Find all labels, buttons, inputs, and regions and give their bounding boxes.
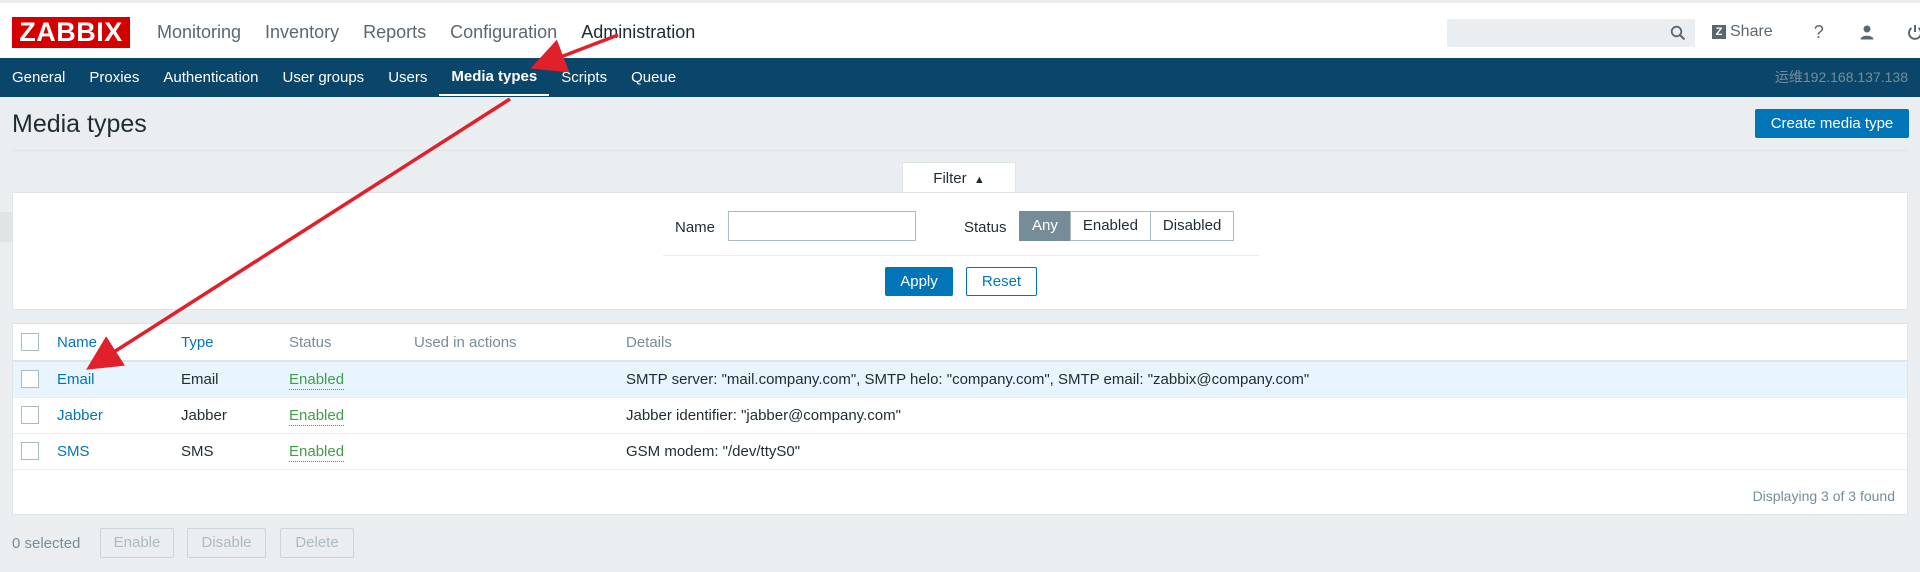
collapse-arrow-icon: ▲	[973, 174, 985, 186]
subnav-user-groups[interactable]: User groups	[270, 58, 376, 97]
header-status: Status	[289, 334, 332, 351]
media-type-name-link[interactable]: SMS	[57, 434, 90, 470]
filter-name-label: Name	[675, 219, 716, 236]
row-checkbox[interactable]	[21, 370, 39, 388]
media-type-details: Jabber identifier: "jabber@company.com"	[626, 407, 901, 424]
share-link[interactable]: Z Share	[1712, 23, 1773, 41]
user-profile-icon[interactable]	[1856, 21, 1878, 43]
zabbix-share-icon: Z	[1712, 25, 1726, 39]
table-header: Name ▲ Type Status Used in actions Detai…	[13, 324, 1907, 362]
top-header: ZABBIX Monitoring Inventory Reports Conf…	[0, 0, 1920, 58]
power-icon	[1907, 25, 1920, 40]
media-type-details: SMTP server: "mail.company.com", SMTP he…	[626, 371, 1310, 388]
subnav-scripts[interactable]: Scripts	[549, 58, 619, 97]
filter-name-input[interactable]	[728, 211, 916, 241]
menu-inventory[interactable]: Inventory	[253, 3, 351, 61]
header-used-in-actions: Used in actions	[414, 334, 517, 351]
header-name-label: Name	[57, 334, 98, 351]
search-icon[interactable]	[1670, 25, 1686, 41]
select-all-checkbox[interactable]	[21, 333, 39, 351]
header-type[interactable]: Type	[181, 324, 214, 362]
subnav-users[interactable]: Users	[376, 58, 439, 97]
selected-count: 0 selected	[12, 535, 81, 552]
reset-button[interactable]: Reset	[966, 267, 1037, 296]
enable-button[interactable]: Enable	[100, 528, 174, 558]
disable-button[interactable]: Disable	[187, 528, 266, 558]
menu-administration[interactable]: Administration	[569, 3, 707, 61]
media-type-type: Jabber	[181, 407, 227, 424]
page-title: Media types	[12, 110, 147, 138]
table-row: SMS SMS Enabled GSM modem: "/dev/ttyS0"	[13, 434, 1907, 470]
delete-button[interactable]: Delete	[280, 528, 354, 558]
zabbix-logo[interactable]: ZABBIX	[12, 17, 130, 48]
filter-tab[interactable]: Filter ▲	[902, 162, 1016, 194]
sub-navigation: General Proxies Authentication User grou…	[0, 58, 1920, 97]
subnav-proxies[interactable]: Proxies	[77, 58, 151, 97]
status-toggle-link[interactable]: Enabled	[289, 407, 345, 426]
status-toggle-link[interactable]: Enabled	[289, 443, 345, 462]
status-enabled[interactable]: Enabled	[1069, 211, 1151, 241]
header-details: Details	[626, 334, 672, 351]
status-toggle-link[interactable]: Enabled	[289, 371, 345, 390]
server-name: 运维192.168.137.138	[1774, 69, 1908, 85]
subnav-authentication[interactable]: Authentication	[151, 58, 270, 97]
share-label: Share	[1730, 23, 1773, 40]
media-types-table: Name ▲ Type Status Used in actions Detai…	[12, 323, 1908, 515]
header-name[interactable]: Name ▲	[57, 324, 110, 363]
title-divider	[12, 150, 1908, 151]
header-tools: Z Share ?	[1712, 3, 1920, 61]
media-type-name-link[interactable]: Jabber	[57, 398, 103, 434]
sort-asc-icon: ▲	[101, 339, 111, 349]
status-any[interactable]: Any	[1019, 211, 1071, 241]
media-type-type: Email	[181, 371, 219, 388]
main-menu: Monitoring Inventory Reports Configurati…	[145, 3, 707, 61]
subnav-queue[interactable]: Queue	[619, 58, 688, 97]
media-type-details: GSM modem: "/dev/ttyS0"	[626, 443, 801, 460]
create-media-type-button[interactable]: Create media type	[1755, 109, 1909, 138]
table-row: Jabber Jabber Enabled Jabber identifier:…	[13, 398, 1907, 434]
filter-status-label: Status	[964, 219, 1007, 236]
subnav-media-types[interactable]: Media types	[439, 59, 550, 96]
menu-monitoring[interactable]: Monitoring	[145, 3, 253, 61]
subnav-general[interactable]: General	[0, 58, 77, 97]
table-row: Email Email Enabled SMTP server: "mail.c…	[13, 362, 1907, 398]
apply-button[interactable]: Apply	[885, 267, 953, 296]
sign-out-icon[interactable]	[1904, 21, 1920, 43]
filter-panel: Name Status Any Enabled Disabled Apply R…	[12, 192, 1908, 310]
media-type-type: SMS	[181, 443, 214, 460]
filter-tab-label: Filter	[933, 170, 967, 187]
table-stats: Displaying 3 of 3 found	[1752, 488, 1895, 504]
search-input[interactable]	[1447, 19, 1695, 47]
filter-divider	[663, 255, 1259, 256]
row-checkbox[interactable]	[21, 442, 39, 460]
media-type-name-link[interactable]: Email	[57, 362, 95, 398]
menu-reports[interactable]: Reports	[351, 3, 438, 61]
status-radio-group: Any Enabled Disabled	[1019, 211, 1235, 241]
status-disabled[interactable]: Disabled	[1149, 211, 1235, 241]
menu-configuration[interactable]: Configuration	[438, 3, 569, 61]
user-icon	[1860, 25, 1874, 40]
help-icon[interactable]: ?	[1808, 21, 1830, 43]
row-checkbox[interactable]	[21, 406, 39, 424]
